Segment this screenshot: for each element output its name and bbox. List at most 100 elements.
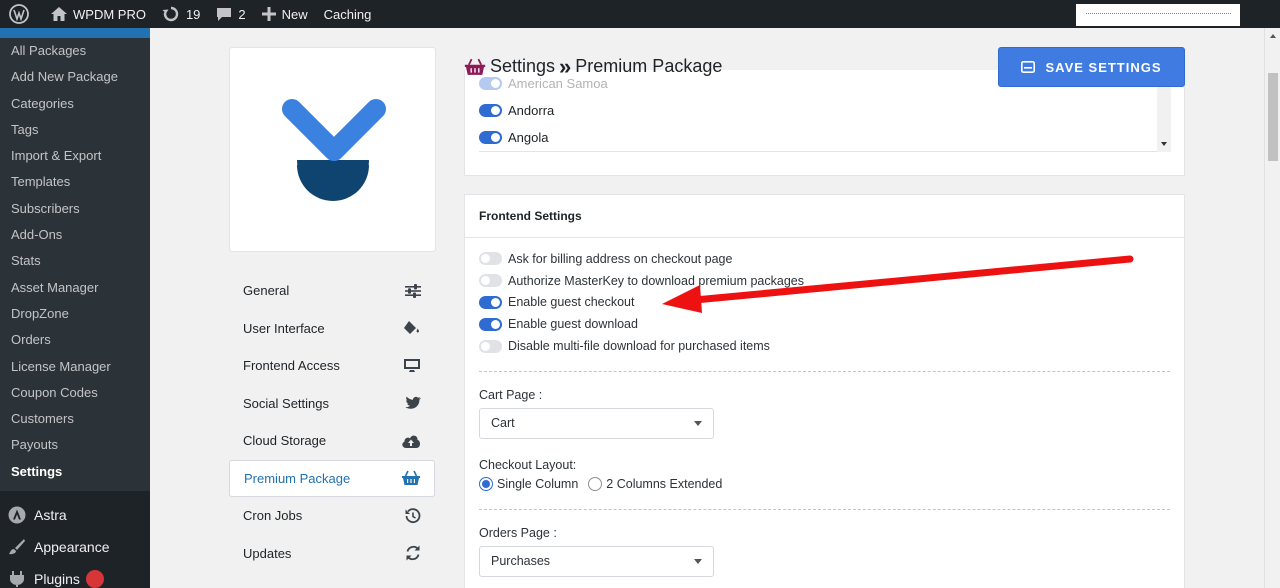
option-label: Authorize MasterKey to download premium … (508, 273, 804, 288)
plus-icon (261, 7, 276, 21)
home-icon (51, 7, 67, 21)
page-scrollbar[interactable] (1264, 28, 1280, 588)
layout-single-radio[interactable] (479, 476, 493, 491)
settings-nav-cloud-storage[interactable]: Cloud Storage (229, 422, 435, 460)
menu-plugins[interactable]: Plugins (0, 563, 150, 588)
submenu-item-settings[interactable]: Settings (0, 459, 150, 485)
layout-double-radio[interactable] (588, 476, 603, 491)
new-content-link[interactable]: New (254, 0, 316, 28)
current-menu-indicator (0, 28, 150, 38)
basket-icon (464, 58, 486, 75)
menu-label: Appearance (34, 539, 110, 556)
menu-astra[interactable]: Astra (0, 499, 150, 531)
history-icon (405, 508, 421, 523)
submenu-item[interactable]: All Packages (0, 38, 150, 64)
scrollbar-thumb[interactable] (1268, 73, 1278, 161)
menu-appearance[interactable]: Appearance (0, 531, 150, 563)
nav-label: Social Settings (243, 395, 329, 411)
submenu-item[interactable]: Subscribers (0, 196, 150, 222)
multi-file-download-toggle[interactable] (479, 339, 502, 353)
option-label: Disable multi-file download for purchase… (508, 339, 770, 354)
submenu-item[interactable]: Coupon Codes (0, 380, 150, 406)
plugins-update-badge (85, 570, 104, 588)
settings-nav-premium-package[interactable]: Premium Package (229, 459, 435, 497)
checkout-layout-radios: Single Column 2 Columns Extended (479, 476, 1170, 491)
guest-checkout-toggle[interactable] (479, 295, 502, 309)
submenu-item[interactable]: Payouts (0, 432, 150, 458)
layout-double-label: 2 Columns Extended (606, 476, 723, 491)
submenu-item[interactable]: License Manager (0, 354, 150, 380)
settings-nav-cron-jobs[interactable]: Cron Jobs (229, 497, 435, 535)
save-settings-button[interactable]: SAVE SETTINGS (998, 47, 1185, 87)
country-toggle[interactable] (479, 77, 502, 90)
submenu-item[interactable]: Tags (0, 117, 150, 143)
save-label: SAVE SETTINGS (1045, 59, 1162, 75)
submenu-item[interactable]: DropZone (0, 301, 150, 327)
wpdm-logo-icon (282, 99, 386, 201)
updates-link[interactable]: 19 (154, 0, 208, 28)
scroll-down-arrow-icon[interactable] (1161, 142, 1167, 146)
title-text: Settings (490, 56, 556, 76)
nav-label: Frontend Access (243, 358, 340, 374)
settings-nav-updates[interactable]: Updates (229, 535, 435, 573)
layout-single-label: Single Column (497, 476, 579, 491)
option-label: Enable guest download (508, 317, 638, 332)
account-menu[interactable] (1076, 4, 1240, 26)
settings-nav-social-settings[interactable]: Social Settings (229, 385, 435, 423)
cloud-upload-icon (402, 435, 421, 448)
submenu-item[interactable]: Asset Manager (0, 275, 150, 301)
save-icon (1021, 61, 1036, 73)
frontend-settings-panel: Frontend Settings Ask for billing addres… (464, 194, 1185, 588)
option-guest-download: Enable guest download (479, 313, 1170, 335)
orders-page-label: Orders Page : (479, 525, 557, 540)
settings-nav-user-interface[interactable]: User Interface (229, 310, 435, 348)
nav-label: User Interface (243, 320, 325, 336)
nav-label: Updates (243, 545, 292, 561)
country-toggle[interactable] (479, 131, 502, 144)
billing-address-toggle[interactable] (479, 252, 502, 266)
site-name-link[interactable]: WPDM PRO (43, 0, 154, 28)
submenu-item[interactable]: Add New Package (0, 64, 150, 90)
submenu-item[interactable]: Customers (0, 406, 150, 432)
subtitle-text: Premium Package (575, 56, 723, 76)
nav-label: Premium Package (244, 470, 351, 486)
settings-nav-frontend-access[interactable]: Frontend Access (229, 347, 435, 385)
sync-icon (406, 545, 420, 561)
frontend-settings-heading: Frontend Settings (465, 195, 1184, 238)
cart-page-label: Cart Page : (479, 387, 543, 402)
comments-link[interactable]: 2 (208, 0, 253, 28)
settings-nav: General User Interface Frontend Access S… (229, 272, 435, 572)
submenu-item[interactable]: Orders (0, 327, 150, 353)
scroll-up-arrow-icon[interactable] (1270, 34, 1276, 38)
submenu-item[interactable]: Import & Export (0, 143, 150, 169)
guest-download-toggle[interactable] (479, 317, 502, 331)
wordpress-logo-button[interactable] (0, 0, 43, 28)
cart-page-select[interactable]: Cart (479, 407, 714, 439)
submenu-item[interactable]: Categories (0, 91, 150, 117)
nav-label: Cron Jobs (243, 508, 303, 524)
admin-menu: All Packages Add New Package Categories … (0, 28, 150, 588)
submenu-item[interactable]: Stats (0, 248, 150, 274)
page-title: Settings » Premium Package (464, 53, 723, 79)
submenu-item[interactable]: Templates (0, 169, 150, 195)
settings-nav-general[interactable]: General (229, 272, 435, 310)
comment-icon (217, 7, 232, 21)
country-row: Angola (479, 124, 1171, 151)
country-name: American Samoa (508, 76, 608, 91)
masterkey-toggle[interactable] (479, 274, 502, 288)
cart-page-value: Cart (491, 416, 515, 431)
site-name: WPDM PRO (73, 6, 146, 22)
basket-icon (402, 470, 420, 486)
paint-bucket-icon (404, 321, 419, 335)
title-separator: » (559, 53, 572, 79)
chevron-down-icon (694, 420, 702, 426)
plugin-logo-card (229, 47, 436, 252)
twitter-icon (405, 396, 421, 410)
country-toggle[interactable] (479, 104, 502, 117)
orders-page-select[interactable]: Purchases (479, 545, 714, 577)
astra-icon (8, 506, 26, 524)
updates-icon (162, 6, 179, 22)
caching-link[interactable]: Caching (316, 0, 380, 28)
option-masterkey: Authorize MasterKey to download premium … (479, 270, 1170, 292)
submenu-item[interactable]: Add-Ons (0, 222, 150, 248)
